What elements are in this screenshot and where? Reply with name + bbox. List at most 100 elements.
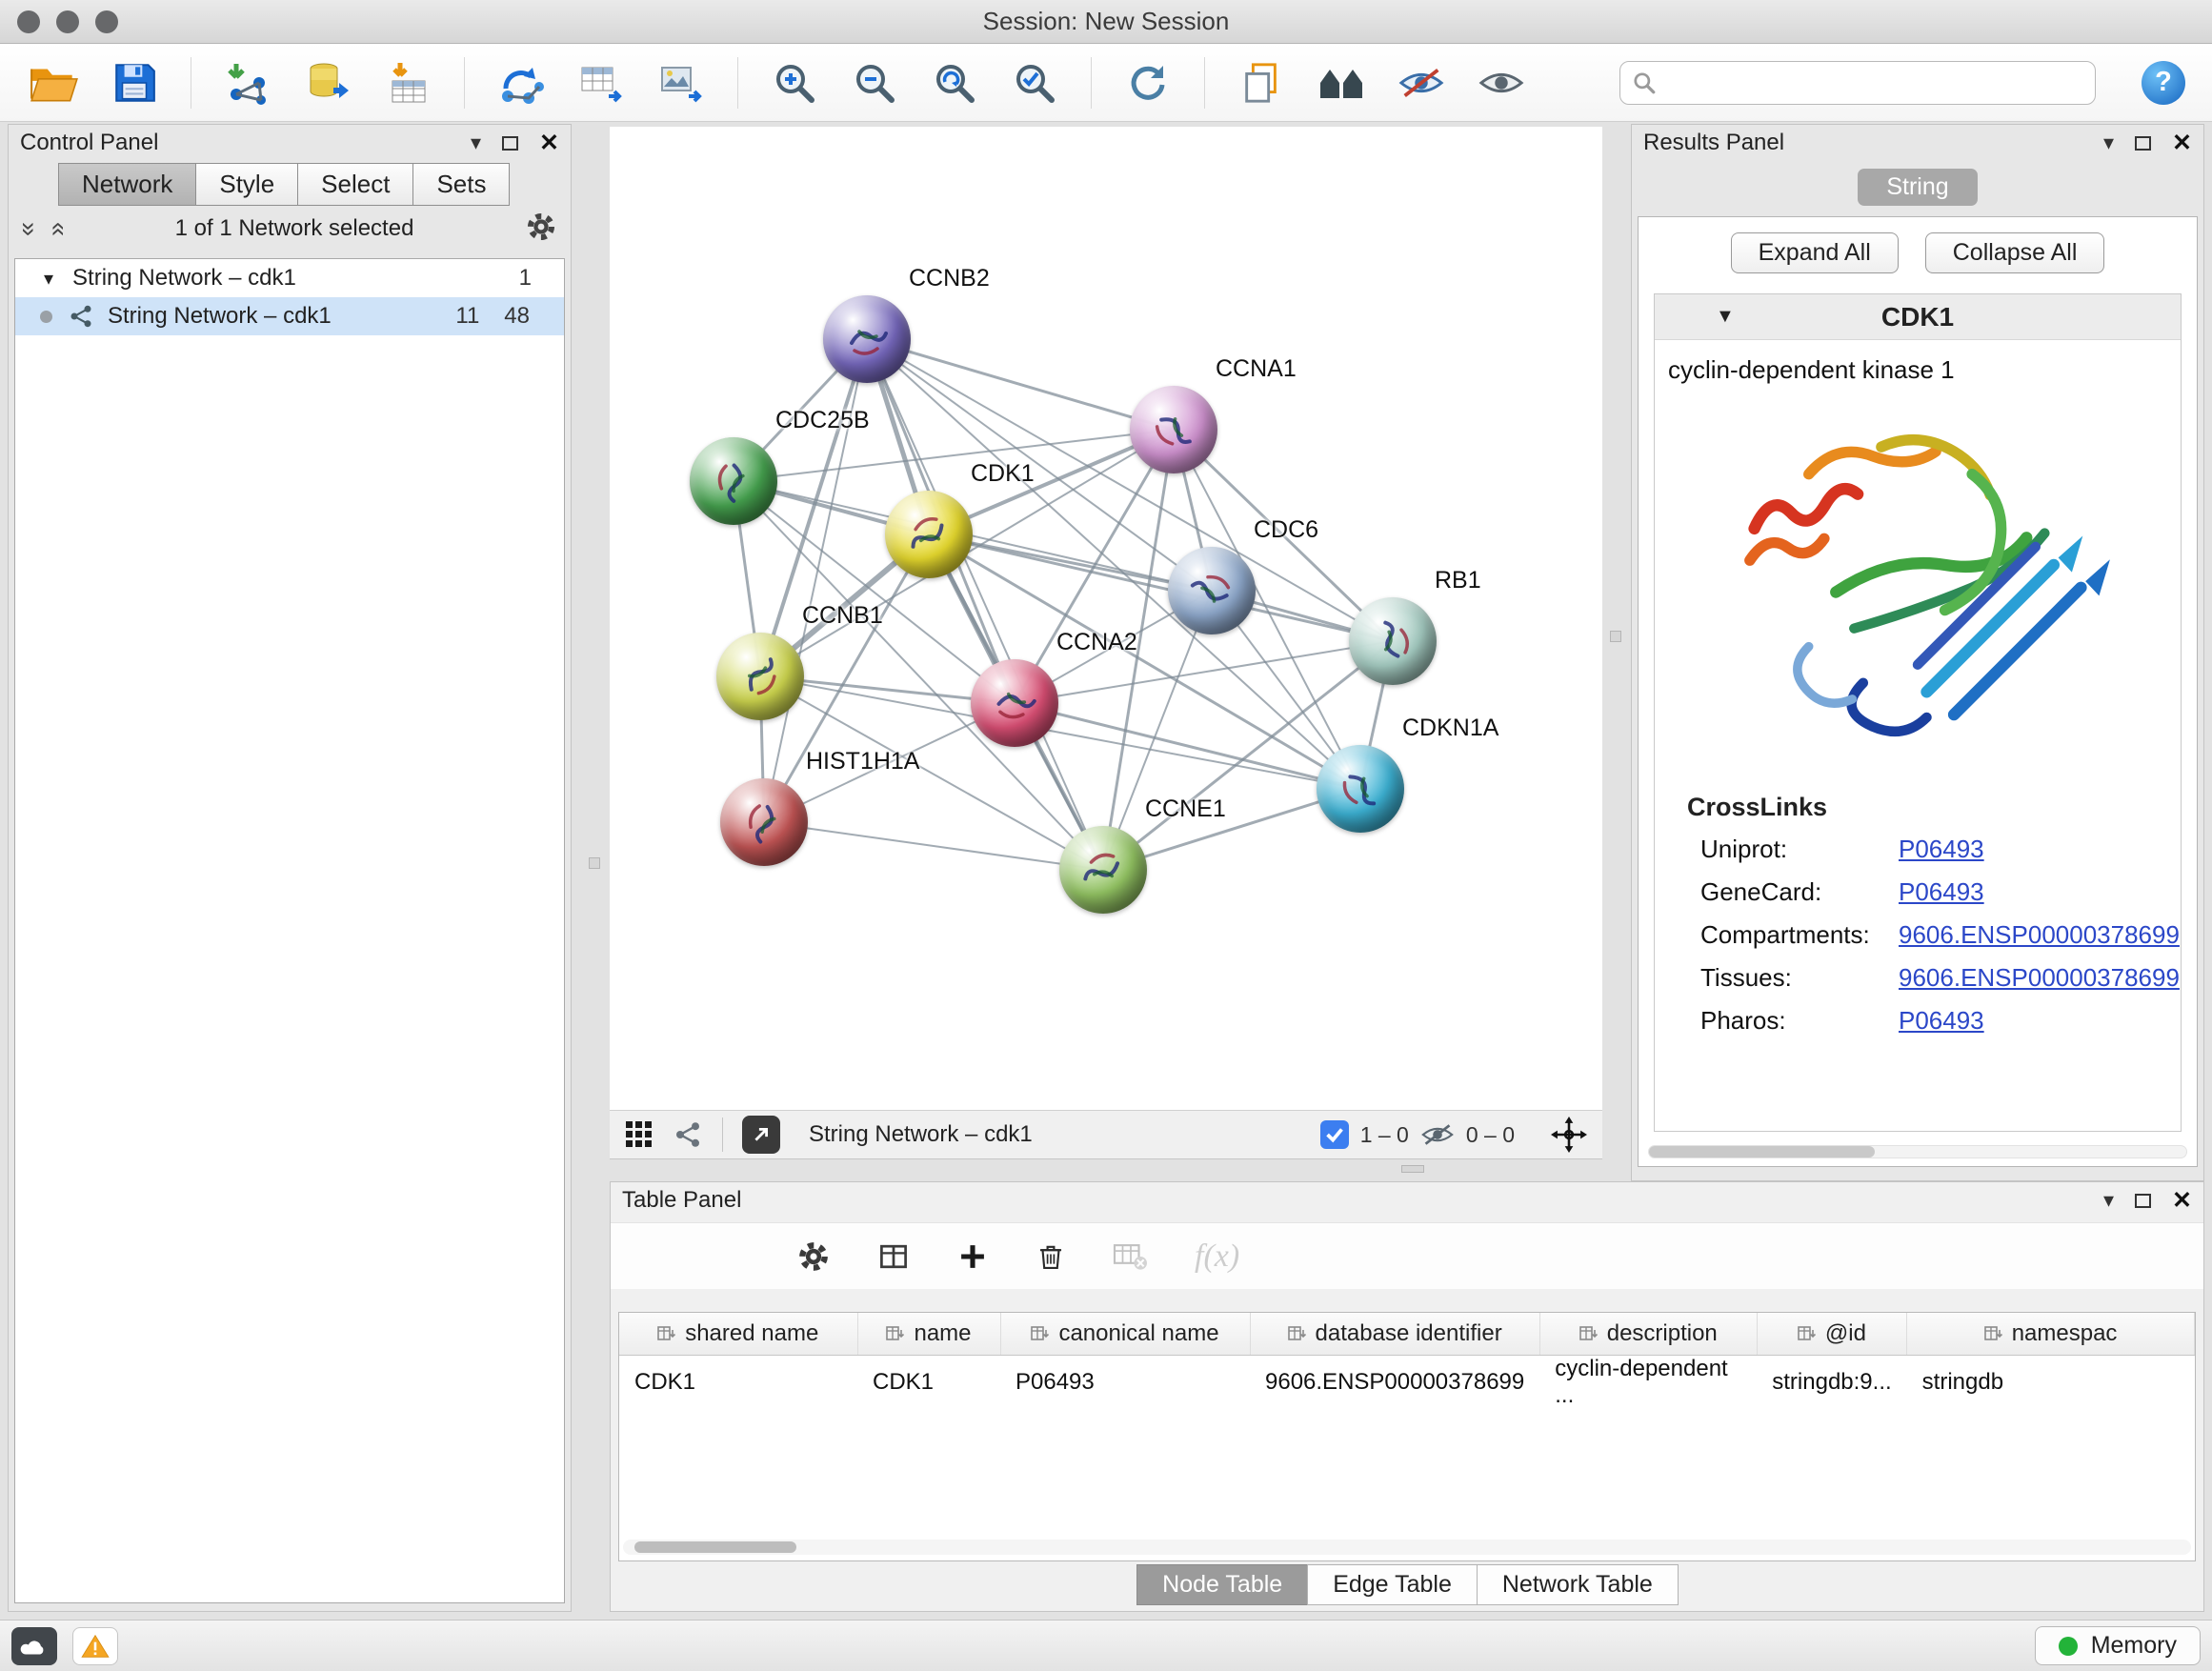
panel-close-icon[interactable]: ✕ bbox=[2172, 131, 2192, 155]
results-horizontal-scrollbar[interactable] bbox=[1648, 1145, 2187, 1158]
column-header-database-identifier[interactable]: database identifier bbox=[1250, 1313, 1539, 1355]
crosslink-value-link[interactable]: P06493 bbox=[1899, 1006, 1984, 1036]
open-session-button[interactable] bbox=[25, 52, 84, 113]
panel-float-icon[interactable] bbox=[2135, 136, 2151, 151]
column-header-namespac[interactable]: namespac bbox=[1907, 1313, 2195, 1355]
column-header-shared-name[interactable]: shared name bbox=[619, 1313, 857, 1355]
crosslink-value-link[interactable]: 9606.ENSP00000378699 bbox=[1899, 963, 2180, 993]
table-horizontal-scrollbar[interactable] bbox=[623, 1540, 2191, 1555]
hide-details-button[interactable] bbox=[1392, 52, 1451, 113]
search-input[interactable] bbox=[1666, 70, 2083, 96]
zoom-in-button[interactable] bbox=[765, 52, 824, 113]
export-table-button[interactable] bbox=[572, 52, 631, 113]
panel-menu-icon[interactable]: ▾ bbox=[2103, 1190, 2114, 1211]
memory-button[interactable]: Memory bbox=[2035, 1626, 2201, 1665]
import-table-button[interactable] bbox=[378, 52, 437, 113]
crosslink-value-link[interactable]: P06493 bbox=[1899, 835, 1984, 864]
table-cell[interactable]: CDK1 bbox=[857, 1355, 1000, 1409]
help-button[interactable]: ? bbox=[2142, 61, 2185, 105]
refresh-button[interactable] bbox=[1118, 52, 1177, 113]
export-image-button[interactable] bbox=[652, 52, 711, 113]
panel-menu-icon[interactable]: ▾ bbox=[2103, 132, 2114, 153]
collapse-all-button[interactable]: Collapse All bbox=[1925, 232, 2105, 273]
column-header-description[interactable]: description bbox=[1539, 1313, 1757, 1355]
network-collection-row[interactable]: ▾ String Network – cdk1 1 bbox=[15, 259, 564, 297]
zoom-fit-button[interactable] bbox=[925, 52, 984, 113]
column-header-canonical-name[interactable]: canonical name bbox=[1000, 1313, 1250, 1355]
network-node-CDC25B[interactable] bbox=[690, 437, 777, 525]
panel-float-icon[interactable] bbox=[2135, 1194, 2151, 1208]
new-network-button[interactable] bbox=[492, 52, 551, 113]
table-cell[interactable]: cyclin-dependent ... bbox=[1539, 1355, 1757, 1409]
table-cell[interactable]: CDK1 bbox=[619, 1355, 857, 1409]
detach-view-icon[interactable] bbox=[742, 1116, 780, 1154]
tab-node-table[interactable]: Node Table bbox=[1136, 1564, 1308, 1605]
collection-caret-icon[interactable]: ▾ bbox=[44, 267, 53, 291]
splitter-handle[interactable] bbox=[1610, 631, 1621, 642]
panel-close-icon[interactable]: ✕ bbox=[2172, 1189, 2192, 1213]
birds-eye-grid-icon[interactable] bbox=[625, 1120, 654, 1149]
table-cell[interactable]: stringdb bbox=[1907, 1355, 2195, 1409]
network-node-HIST1H1A[interactable] bbox=[720, 778, 808, 866]
delete-column-icon[interactable] bbox=[1035, 1240, 1067, 1273]
show-columns-icon[interactable] bbox=[876, 1239, 911, 1274]
delete-table-icon[interactable] bbox=[1113, 1240, 1149, 1273]
collapse-all-networks-icon[interactable]: » bbox=[44, 221, 70, 235]
show-details-button[interactable] bbox=[1472, 52, 1531, 113]
crosslink-value-link[interactable]: P06493 bbox=[1899, 877, 1984, 907]
network-node-CCNB2[interactable] bbox=[823, 295, 911, 383]
tab-edge-table[interactable]: Edge Table bbox=[1307, 1564, 1478, 1605]
network-node-CCNA2[interactable] bbox=[971, 659, 1058, 747]
hidden-eye-icon[interactable] bbox=[1420, 1121, 1455, 1148]
network-node-CDKN1A[interactable] bbox=[1317, 745, 1404, 833]
table-row[interactable]: CDK1CDK1P064939606.ENSP00000378699cyclin… bbox=[619, 1355, 2195, 1409]
expand-all-button[interactable]: Expand All bbox=[1731, 232, 1899, 273]
expand-all-networks-icon[interactable]: » bbox=[16, 221, 42, 235]
import-network-database-button[interactable] bbox=[298, 52, 357, 113]
network-node-CCNB1[interactable] bbox=[716, 633, 804, 720]
network-node-RB1[interactable] bbox=[1349, 597, 1437, 685]
network-canvas[interactable]: CCNB2CCNA1CDC25BCDK1CDC6RB1CCNB1CCNA2CDK… bbox=[610, 127, 1602, 1110]
scrollbar-handle[interactable] bbox=[634, 1541, 796, 1553]
network-node-CCNE1[interactable] bbox=[1059, 826, 1147, 914]
crosslink-value-link[interactable]: 9606.ENSP00000378699 bbox=[1899, 920, 2180, 950]
protein-section-header[interactable]: ▼ CDK1 bbox=[1655, 294, 2181, 340]
zoom-out-button[interactable] bbox=[845, 52, 904, 113]
first-neighbors-button[interactable] bbox=[1312, 52, 1371, 113]
table-cell[interactable]: 9606.ENSP00000378699 bbox=[1250, 1355, 1539, 1409]
column-header-name[interactable]: name bbox=[857, 1313, 1000, 1355]
splitter-handle[interactable] bbox=[1401, 1165, 1424, 1173]
selected-checkbox-icon[interactable] bbox=[1320, 1120, 1349, 1149]
scrollbar-handle[interactable] bbox=[1649, 1146, 1875, 1158]
table-cell[interactable]: P06493 bbox=[1000, 1355, 1250, 1409]
cloud-button[interactable] bbox=[11, 1627, 57, 1665]
splitter-handle[interactable] bbox=[589, 857, 600, 869]
table-cell[interactable]: stringdb:9... bbox=[1757, 1355, 1906, 1409]
save-session-button[interactable] bbox=[105, 52, 164, 113]
import-network-button[interactable] bbox=[218, 52, 277, 113]
fit-content-crosshair-icon[interactable] bbox=[1551, 1117, 1587, 1153]
tab-select[interactable]: Select bbox=[297, 163, 413, 206]
function-builder-icon[interactable]: f(x) bbox=[1195, 1238, 1239, 1275]
table-settings-gear-icon[interactable] bbox=[796, 1239, 831, 1274]
network-row[interactable]: String Network – cdk1 11 48 bbox=[15, 297, 564, 335]
network-overview-icon[interactable] bbox=[673, 1119, 703, 1150]
collapse-section-caret-icon[interactable]: ▼ bbox=[1716, 306, 1735, 328]
panel-menu-icon[interactable]: ▾ bbox=[471, 132, 481, 153]
tab-style[interactable]: Style bbox=[195, 163, 298, 206]
minimize-window-button[interactable] bbox=[56, 10, 79, 33]
tab-network[interactable]: Network bbox=[58, 163, 196, 206]
network-node-CCNA1[interactable] bbox=[1130, 386, 1217, 473]
network-node-CDC6[interactable] bbox=[1168, 547, 1256, 634]
tab-sets[interactable]: Sets bbox=[412, 163, 510, 206]
panel-float-icon[interactable] bbox=[502, 136, 518, 151]
network-options-gear-icon[interactable] bbox=[525, 211, 557, 248]
tab-string[interactable]: String bbox=[1858, 169, 1977, 206]
network-node-CDK1[interactable] bbox=[885, 491, 973, 578]
zoom-selected-button[interactable] bbox=[1005, 52, 1064, 113]
warning-button[interactable] bbox=[72, 1627, 118, 1665]
panel-close-icon[interactable]: ✕ bbox=[539, 131, 559, 155]
clone-network-button[interactable] bbox=[1232, 52, 1291, 113]
add-column-icon[interactable] bbox=[956, 1240, 989, 1273]
close-window-button[interactable] bbox=[17, 10, 40, 33]
